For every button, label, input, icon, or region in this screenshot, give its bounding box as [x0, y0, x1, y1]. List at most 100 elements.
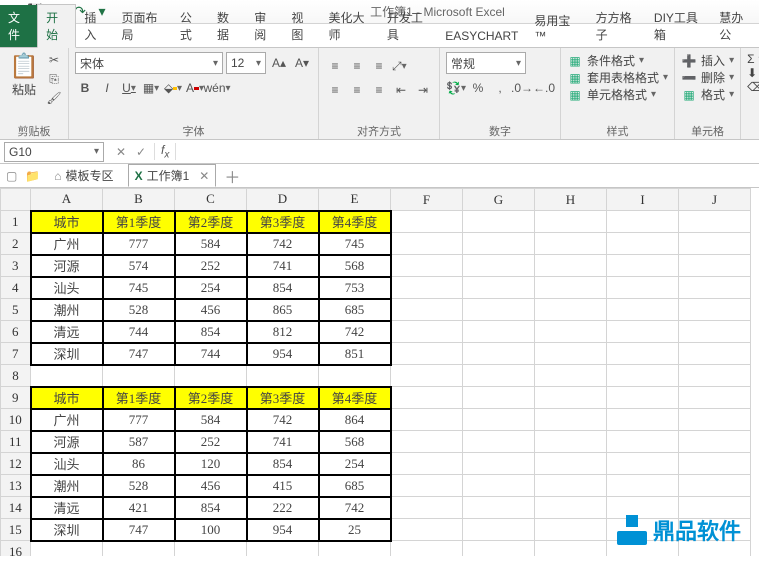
- row-header[interactable]: 2: [1, 233, 31, 255]
- empty-cell[interactable]: [535, 431, 607, 453]
- data-cell[interactable]: 744: [175, 343, 247, 365]
- empty-cell[interactable]: [463, 233, 535, 255]
- data-cell[interactable]: 254: [175, 277, 247, 299]
- empty-cell[interactable]: [607, 475, 679, 497]
- delete-cells-button[interactable]: ➖删除 ▾: [681, 69, 734, 86]
- empty-cell[interactable]: [679, 321, 751, 343]
- underline-button[interactable]: U▾: [119, 78, 139, 98]
- cancel-icon[interactable]: ✕: [112, 145, 130, 159]
- empty-cell[interactable]: [391, 453, 463, 475]
- empty-cell[interactable]: [679, 299, 751, 321]
- align-left-icon[interactable]: ≡: [325, 80, 345, 100]
- row-header[interactable]: 12: [1, 453, 31, 475]
- add-tab-icon[interactable]: ＋: [224, 164, 240, 188]
- data-cell[interactable]: 河源: [31, 431, 103, 453]
- row-header[interactable]: 7: [1, 343, 31, 365]
- row-header[interactable]: 15: [1, 519, 31, 541]
- empty-cell[interactable]: [535, 277, 607, 299]
- empty-cell[interactable]: [607, 387, 679, 409]
- tab-yiyong[interactable]: 易用宝 ™: [526, 8, 587, 47]
- empty-cell[interactable]: [607, 299, 679, 321]
- empty-cell[interactable]: [319, 365, 391, 387]
- data-cell[interactable]: 第2季度: [175, 211, 247, 233]
- row-header[interactable]: 1: [1, 211, 31, 233]
- empty-cell[interactable]: [391, 475, 463, 497]
- empty-cell[interactable]: [391, 233, 463, 255]
- table-format-button[interactable]: ▦套用表格格式 ▾: [567, 69, 668, 86]
- inc-decimal-icon[interactable]: .0→: [512, 78, 532, 98]
- col-header[interactable]: D: [247, 189, 319, 211]
- data-cell[interactable]: 812: [247, 321, 319, 343]
- data-cell[interactable]: 854: [175, 497, 247, 519]
- empty-cell[interactable]: [391, 211, 463, 233]
- currency-icon[interactable]: 💱▾: [446, 78, 466, 98]
- data-cell[interactable]: 864: [319, 409, 391, 431]
- row-header[interactable]: 10: [1, 409, 31, 431]
- empty-cell[interactable]: [31, 541, 103, 557]
- row-header[interactable]: 11: [1, 431, 31, 453]
- tab-dev[interactable]: 开发工具: [379, 5, 437, 47]
- empty-cell[interactable]: [535, 453, 607, 475]
- tab-data[interactable]: 数据: [209, 5, 246, 47]
- empty-cell[interactable]: [607, 321, 679, 343]
- tab-review[interactable]: 审阅: [246, 5, 283, 47]
- col-header[interactable]: B: [103, 189, 175, 211]
- empty-cell[interactable]: [103, 541, 175, 557]
- empty-cell[interactable]: [391, 519, 463, 541]
- data-cell[interactable]: 深圳: [31, 519, 103, 541]
- empty-cell[interactable]: [391, 255, 463, 277]
- empty-cell[interactable]: [535, 409, 607, 431]
- copy-icon[interactable]: ⎘: [46, 71, 62, 87]
- data-cell[interactable]: 城市: [31, 387, 103, 409]
- empty-cell[interactable]: [391, 541, 463, 557]
- empty-cell[interactable]: [679, 431, 751, 453]
- data-cell[interactable]: 851: [319, 343, 391, 365]
- data-cell[interactable]: 河源: [31, 255, 103, 277]
- empty-cell[interactable]: [679, 365, 751, 387]
- shrink-font-icon[interactable]: A▾: [292, 53, 312, 73]
- empty-cell[interactable]: [535, 497, 607, 519]
- col-header[interactable]: H: [535, 189, 607, 211]
- tab-file[interactable]: 文件: [0, 5, 37, 47]
- data-cell[interactable]: 587: [103, 431, 175, 453]
- empty-cell[interactable]: [463, 409, 535, 431]
- row-header[interactable]: 4: [1, 277, 31, 299]
- col-header[interactable]: C: [175, 189, 247, 211]
- row-header[interactable]: 16: [1, 541, 31, 557]
- empty-cell[interactable]: [391, 387, 463, 409]
- data-cell[interactable]: 潮州: [31, 299, 103, 321]
- clear-button[interactable]: ⌫▾: [747, 80, 759, 94]
- empty-cell[interactable]: [535, 387, 607, 409]
- fx-icon[interactable]: fx: [154, 143, 176, 160]
- empty-cell[interactable]: [463, 453, 535, 475]
- empty-cell[interactable]: [535, 475, 607, 497]
- empty-cell[interactable]: [535, 233, 607, 255]
- tab-view[interactable]: 视图: [283, 5, 320, 47]
- data-cell[interactable]: 25: [319, 519, 391, 541]
- fill-button[interactable]: ⬇▾: [747, 66, 759, 80]
- data-cell[interactable]: 747: [103, 343, 175, 365]
- data-cell[interactable]: 汕头: [31, 453, 103, 475]
- data-cell[interactable]: 第4季度: [319, 387, 391, 409]
- data-cell[interactable]: 120: [175, 453, 247, 475]
- grow-font-icon[interactable]: A▴: [269, 53, 289, 73]
- data-cell[interactable]: 528: [103, 299, 175, 321]
- italic-button[interactable]: I: [97, 78, 117, 98]
- spreadsheet-grid[interactable]: ABCDEFGHIJ1城市第1季度第2季度第3季度第4季度2广州77758474…: [0, 188, 759, 556]
- dec-decimal-icon[interactable]: ←.0: [534, 78, 554, 98]
- indent-inc-icon[interactable]: ⇥: [413, 80, 433, 100]
- empty-cell[interactable]: [607, 211, 679, 233]
- tab-hui[interactable]: 慧办公: [711, 5, 759, 47]
- autosum-button[interactable]: Σ▾: [747, 52, 759, 66]
- empty-cell[interactable]: [679, 277, 751, 299]
- empty-cell[interactable]: [535, 519, 607, 541]
- empty-cell[interactable]: [247, 541, 319, 557]
- col-header[interactable]: F: [391, 189, 463, 211]
- empty-cell[interactable]: [391, 321, 463, 343]
- indent-dec-icon[interactable]: ⇤: [391, 80, 411, 100]
- data-cell[interactable]: 954: [247, 519, 319, 541]
- phonetic-button[interactable]: wén▾: [207, 78, 227, 98]
- align-right-icon[interactable]: ≡: [369, 80, 389, 100]
- data-cell[interactable]: 528: [103, 475, 175, 497]
- data-cell[interactable]: 865: [247, 299, 319, 321]
